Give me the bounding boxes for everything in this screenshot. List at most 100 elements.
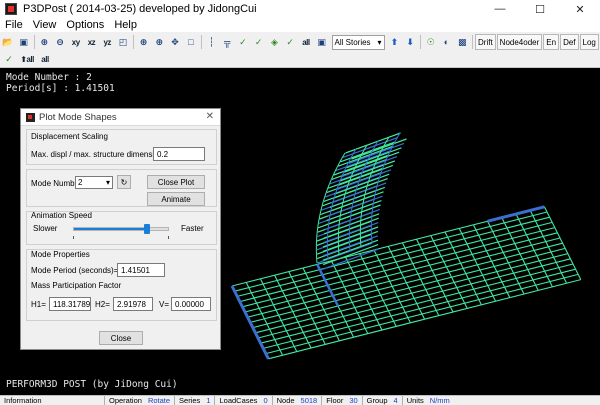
dialog-app-icon [26,112,35,122]
3d-view-icon[interactable]: ◰ [116,34,130,50]
mesh-line [322,230,379,252]
scale-icon[interactable]: ◐ [440,34,454,50]
window-title: P3DPost ( 2014-03-25) developed by Jidon… [23,3,257,15]
h2-field: 2.91978 [113,297,153,311]
loadcases-label: LoadCases [219,396,258,405]
h2-label: H2= [95,300,110,309]
zoom-in-icon[interactable]: ⊕ [37,34,51,50]
faster-label: Faster [181,224,204,233]
view-xz-button[interactable]: xz [85,34,99,50]
mode-period-field: 1.41501 [117,263,165,277]
dialog-close-icon[interactable]: ✕ [206,111,214,122]
menu-view[interactable]: View [28,19,62,31]
node4oder-button[interactable]: Node4oder [496,34,543,50]
mesh-line [317,223,319,228]
mesh-line [230,285,270,360]
mesh-line [328,219,330,224]
view-xy-button[interactable]: xy [69,34,83,50]
toolbar-separator [420,35,421,49]
displacement-scaling-label: Displacement Scaling [31,132,108,141]
menu-options[interactable]: Options [61,19,109,31]
maximize-icon[interactable]: ☐ [520,0,560,18]
operation-value: Rotate [147,396,171,405]
brace-icon[interactable]: ✓ [283,34,297,50]
chart-icon[interactable]: ┆ [205,34,219,50]
drift-button[interactable]: Drift [475,34,496,50]
mesh-line [316,227,319,233]
mesh-line [329,186,386,208]
close-button[interactable]: Close [99,331,143,345]
viewport-footer: PERFORM3D POST (by JiDong Cui) [6,379,178,390]
up-all-button[interactable]: ⬆ all [19,52,35,68]
mode-number-select-value: 2 [78,178,83,187]
view-yz-button[interactable]: yz [100,34,114,50]
mesh-line [247,237,561,318]
slider-thumb[interactable] [144,224,151,234]
mode-properties-label: Mode Properties [31,250,90,259]
refresh-icon[interactable]: ↻ [117,175,131,189]
def-button[interactable]: Def [560,34,579,50]
show-all-button[interactable]: all [37,52,53,68]
arrow-up-icon[interactable]: ⬆ [388,34,402,50]
series-label: Series [179,396,201,405]
mesh-line [360,211,363,217]
close-plot-button[interactable]: Close Plot [147,175,205,189]
menu-bar: File View Options Help [0,18,600,32]
save-icon[interactable]: ▣ [17,34,31,50]
max-displ-input[interactable]: 0.2 [153,147,205,161]
dialog-title: Plot Mode Shapes [39,111,117,123]
zoom-out-icon[interactable]: ⊖ [53,34,67,50]
toolbar-separator [33,35,35,49]
shell-icon[interactable]: ◈ [268,34,282,50]
slider-ticks [73,236,169,239]
mesh-line [330,182,387,204]
slider-fill [74,228,148,230]
en-button[interactable]: En [543,34,560,50]
group-value: 4 [393,396,398,405]
mesh-line [487,205,545,223]
tower-icon[interactable]: ╦ [220,34,234,50]
operation-label: Operation [109,396,142,405]
mesh-line [327,223,330,229]
toolbar-separator [472,35,473,49]
zoom-window-icon[interactable]: ⊕ [137,34,151,50]
units-label: Units [406,396,424,405]
v-field: 0.00000 [171,297,211,311]
plot-mode-shapes-dialog: Plot Mode Shapes ✕ Displacement Scaling … [20,108,221,350]
fit-view-icon[interactable]: □ [184,34,198,50]
arrow-down-icon[interactable]: ⬇ [403,34,417,50]
mesh-line [371,207,374,213]
mode-number-select[interactable]: 2 ▾ [75,176,113,189]
pan-icon[interactable]: ✥ [168,34,182,50]
animation-speed-slider[interactable] [73,224,169,234]
mesh-line [338,219,341,225]
node-icon[interactable]: ☉ [424,34,438,50]
shell-edit-icon[interactable]: ✓ [1,52,17,68]
mesh-line [244,232,558,313]
group-icon[interactable]: ▩ [455,34,469,50]
minimize-icon[interactable]: — [480,0,520,18]
series-value: 1 [206,396,211,405]
animate-button[interactable]: Animate [147,192,205,206]
units-value: N/mm [429,396,450,405]
element-select-icon[interactable]: ✓ [252,34,266,50]
chevron-down-icon: ▾ [377,37,382,47]
image-icon[interactable]: ▣ [315,34,329,50]
select-all-button[interactable]: all [299,34,313,50]
main-toolbar: 📂 ▣ ⊕ ⊖ xy xz yz ◰ ⊕ ⊕ ✥ □ ┆ ╦ ✓ ✓ ◈ ✓ a… [0,32,600,52]
status-bar: Information Operation Rotate Series 1 Lo… [0,395,600,405]
zoom-all-icon[interactable]: ⊕ [152,34,166,50]
mode-number-readout: Mode Number : 2 [6,72,92,83]
stories-dropdown[interactable]: All Stories ▾ [331,34,385,50]
mesh-line [361,207,363,212]
slider-tick [168,236,169,239]
app-icon [5,3,17,15]
mass-participation-label: Mass Participation Factor [31,281,122,290]
menu-file[interactable]: File [0,19,28,31]
element-icon[interactable]: ✓ [236,34,250,50]
close-icon[interactable]: ✕ [560,0,600,18]
floor-value: 30 [349,396,358,405]
log-button[interactable]: Log [579,34,599,50]
open-folder-icon[interactable]: 📂 [1,34,15,50]
menu-help[interactable]: Help [109,19,142,31]
